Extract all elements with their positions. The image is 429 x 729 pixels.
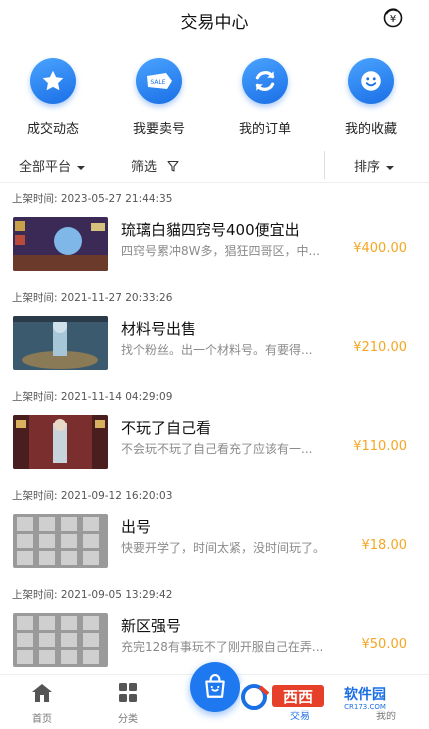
listing-item[interactable]: 上架时间: 2023-05-27 21:44:35 琉璃白貓四窍号400便宜出 … [0, 185, 429, 285]
quick-action-sell[interactable]: SALE 我要卖号 [106, 58, 212, 137]
quick-action-favorites[interactable]: 我的收藏 [318, 58, 424, 137]
listing-time: 上架时间: 2021-09-12 16:20:03 [12, 490, 173, 502]
listing-description: 找个粉丝。出一个材料号。有要得... [121, 343, 313, 357]
listing-price: ¥400.00 [353, 241, 407, 256]
quick-action-label: 我的订单 [238, 122, 291, 137]
platform-dropdown[interactable]: 全部平台 [19, 156, 86, 175]
listing-time: 上架时间: 2021-11-27 20:33:26 [12, 292, 173, 304]
svg-text:软件园: 软件园 [344, 686, 386, 703]
listing-price: ¥50.00 [361, 637, 408, 652]
quick-action-label: 成交动态 [26, 122, 79, 137]
caret-down-icon [77, 165, 86, 170]
svg-text:¥: ¥ [390, 14, 396, 25]
listing-thumbnail [13, 514, 108, 568]
grid-icon [119, 683, 137, 702]
listing-description: 充完128有事玩不了刚开服自己在弄... [121, 640, 324, 654]
trade-center-button[interactable] [190, 662, 240, 712]
listing-thumbnail [13, 217, 108, 271]
funnel-icon [167, 160, 179, 172]
filter-button[interactable]: 筛选 [131, 156, 179, 175]
listing-description: 四窍号累冲8W多，猖狂四哥区，中... [121, 244, 320, 258]
listing-title: 新区强号 [121, 617, 182, 635]
listing-time: 上架时间: 2021-11-14 04:29:09 [12, 391, 173, 403]
quick-action-label: 我的收藏 [344, 122, 397, 137]
caret-down-icon [386, 165, 395, 170]
smiley-icon [361, 71, 381, 91]
listing-title: 出号 [121, 518, 152, 536]
listing-description: 不会玩不玩了自己看充了应该有一... [121, 442, 313, 456]
listing-price: ¥18.00 [361, 538, 408, 553]
refresh-icon [255, 71, 275, 91]
quick-action-label: 我要卖号 [132, 122, 185, 137]
quick-action-deals[interactable]: 成交动态 [0, 58, 106, 137]
page-title: 交易中心 [180, 13, 249, 33]
divider [324, 151, 325, 179]
quick-actions: 成交动态 SALE 我要卖号 我的订单 我的收藏 [0, 58, 429, 138]
listing-thumbnail [13, 613, 108, 667]
listing-item[interactable]: 上架时间: 2021-09-12 16:20:03 出号 快要开学了，时间太紧，… [0, 482, 429, 582]
tab-category[interactable]: 分类 [98, 683, 158, 725]
filter-bar: 全部平台 筛选 排序 [0, 148, 429, 183]
listing-time: 上架时间: 2021-09-05 13:29:42 [12, 589, 173, 601]
listing-thumbnail [13, 316, 108, 370]
star-icon [42, 70, 64, 91]
shopping-bag-icon [205, 674, 225, 698]
quick-action-orders[interactable]: 我的订单 [212, 58, 318, 137]
listing-title: 不玩了自己看 [121, 419, 212, 437]
listing-title: 琉璃白貓四窍号400便宜出 [121, 221, 300, 239]
listing-title: 材料号出售 [121, 320, 197, 338]
tab-home[interactable]: 首页 [12, 683, 72, 725]
listing-time: 上架时间: 2023-05-27 21:44:35 [12, 193, 173, 205]
listing-item[interactable]: 上架时间: 2021-11-14 04:29:09 不玩了自己看 不会玩不玩了自… [0, 383, 429, 483]
yen-coin-icon[interactable]: ¥ [383, 8, 403, 28]
listing-item[interactable]: 上架时间: 2021-11-27 20:33:26 材料号出售 找个粉丝。出一个… [0, 284, 429, 384]
listing-price: ¥210.00 [353, 340, 407, 355]
sale-tag-icon: SALE [147, 73, 172, 89]
sort-dropdown[interactable]: 排序 [354, 156, 395, 175]
listing-description: 快要开学了，时间太紧，没时间玩了。 [121, 541, 326, 555]
site-watermark: 西西 软件园 CR173.COM [240, 682, 412, 712]
svg-text:CR173.COM: CR173.COM [344, 703, 386, 711]
listing-thumbnail [13, 415, 108, 469]
svg-text:西西: 西西 [283, 688, 313, 706]
home-icon [32, 684, 52, 702]
listing-price: ¥110.00 [353, 439, 407, 454]
top-bar: 交易中心 ¥ [0, 0, 429, 38]
svg-text:SALE: SALE [150, 79, 165, 86]
